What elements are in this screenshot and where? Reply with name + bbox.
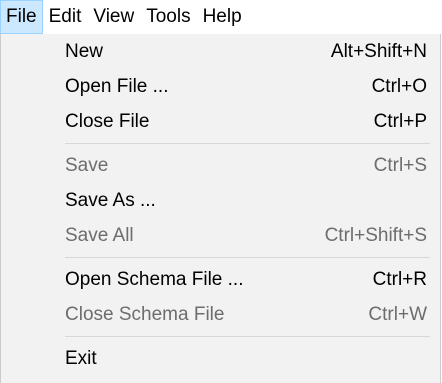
menu-help[interactable]: Help bbox=[197, 0, 248, 34]
menu-item-open-file[interactable]: Open File ... Ctrl+O bbox=[1, 69, 440, 104]
application-window: File Edit View Tools Help New Alt+Shift+… bbox=[0, 0, 442, 383]
menu-tools[interactable]: Tools bbox=[140, 0, 196, 34]
menu-item-close-schema-file[interactable]: Close Schema File Ctrl+W bbox=[1, 297, 440, 332]
menu-item-label: Open File ... bbox=[65, 75, 169, 97]
menu-edit[interactable]: Edit bbox=[43, 0, 88, 34]
menu-separator bbox=[65, 143, 430, 144]
menu-separator bbox=[65, 257, 430, 258]
menu-item-new[interactable]: New Alt+Shift+N bbox=[1, 34, 440, 69]
menu-item-shortcut: Ctrl+R bbox=[372, 268, 427, 290]
menu-item-label: Save As ... bbox=[65, 189, 156, 211]
menu-item-label: Exit bbox=[65, 347, 97, 369]
menu-item-label: Close File bbox=[65, 110, 150, 132]
menu-item-shortcut: Ctrl+W bbox=[368, 303, 427, 325]
menu-item-shortcut: Ctrl+P bbox=[373, 110, 427, 132]
menu-file[interactable]: File bbox=[0, 0, 43, 34]
menu-item-save-all[interactable]: Save All Ctrl+Shift+S bbox=[1, 218, 440, 253]
menu-item-save[interactable]: Save Ctrl+S bbox=[1, 148, 440, 183]
menu-view[interactable]: View bbox=[87, 0, 140, 34]
menu-bar: File Edit View Tools Help bbox=[0, 0, 442, 34]
menu-item-shortcut: Alt+Shift+N bbox=[330, 40, 427, 62]
menu-item-shortcut: Ctrl+O bbox=[371, 75, 427, 97]
menu-item-label: Open Schema File ... bbox=[65, 268, 244, 290]
menu-separator bbox=[65, 336, 430, 337]
file-menu-dropdown: New Alt+Shift+N Open File ... Ctrl+O Clo… bbox=[0, 34, 441, 383]
menu-item-label: Close Schema File bbox=[65, 303, 225, 325]
menu-item-label: Save bbox=[65, 154, 109, 176]
menu-item-shortcut: Ctrl+S bbox=[373, 154, 427, 176]
menu-item-label: New bbox=[65, 40, 104, 62]
menu-item-exit[interactable]: Exit bbox=[1, 341, 440, 376]
menu-item-label: Save All bbox=[65, 224, 134, 246]
menu-item-save-as[interactable]: Save As ... bbox=[1, 183, 440, 218]
menu-item-close-file[interactable]: Close File Ctrl+P bbox=[1, 104, 440, 139]
menu-item-open-schema-file[interactable]: Open Schema File ... Ctrl+R bbox=[1, 262, 440, 297]
menu-item-shortcut: Ctrl+Shift+S bbox=[324, 224, 427, 246]
